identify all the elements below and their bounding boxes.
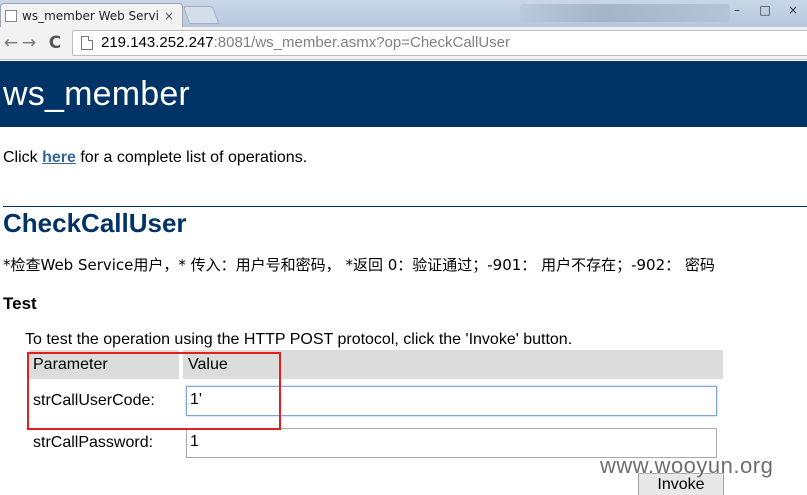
divider — [3, 206, 807, 207]
close-window-button[interactable]: × — [780, 2, 806, 18]
str-call-user-code-input[interactable]: 1' — [186, 386, 717, 416]
tab-title: ws_member Web Servic — [22, 8, 158, 23]
test-instructions: To test the operation using the HTTP POS… — [25, 331, 573, 348]
parameter-column-header: Parameter — [29, 350, 179, 379]
operations-intro: Click here for a complete list of operat… — [3, 149, 307, 167]
address-bar[interactable]: 219.143.252.247:8081/ws_member.asmx?op=C… — [72, 30, 807, 56]
url-text[interactable]: 219.143.252.247:8081/ws_member.asmx?op=C… — [101, 34, 510, 51]
service-title: ws_member — [3, 75, 190, 113]
browser-tab-strip: ws_member Web Servic × – □ × — [0, 0, 807, 27]
intro-suffix: for a complete list of operations. — [75, 149, 308, 166]
obscured-area — [520, 4, 730, 22]
maximize-button[interactable]: □ — [752, 2, 778, 18]
reload-button[interactable]: C — [44, 32, 66, 54]
str-call-user-code-label: strCallUserCode: — [33, 392, 155, 409]
intro-prefix: Click — [3, 149, 43, 166]
value-column-header: Value — [183, 350, 723, 379]
url-path: :8081/ws_member.asmx?op=CheckCallUser — [213, 34, 511, 51]
str-call-password-label: strCallPassword: — [33, 434, 154, 451]
tab-close-icon[interactable]: × — [164, 9, 174, 23]
operation-title: CheckCallUser — [3, 208, 187, 238]
forward-button[interactable]: → — [18, 32, 40, 54]
new-tab-button[interactable] — [182, 6, 220, 24]
tab-ws-member[interactable]: ws_member Web Servic × — [0, 3, 183, 27]
operations-list-link[interactable]: here — [42, 149, 76, 166]
browser-toolbar: ← → C 219.143.252.247:8081/ws_member.asm… — [0, 27, 807, 60]
page-icon — [81, 36, 93, 50]
page-favicon-icon — [5, 9, 17, 22]
url-host: 219.143.252.247 — [101, 34, 214, 51]
service-banner: ws_member — [0, 61, 807, 127]
watermark: www.wooyun.org — [600, 453, 774, 478]
test-heading: Test — [3, 294, 37, 313]
operation-description: *检查Web Service用户，* 传入：用户号和密码， *返回 0：验证通过… — [3, 256, 715, 274]
minimize-button[interactable]: – — [724, 2, 750, 18]
